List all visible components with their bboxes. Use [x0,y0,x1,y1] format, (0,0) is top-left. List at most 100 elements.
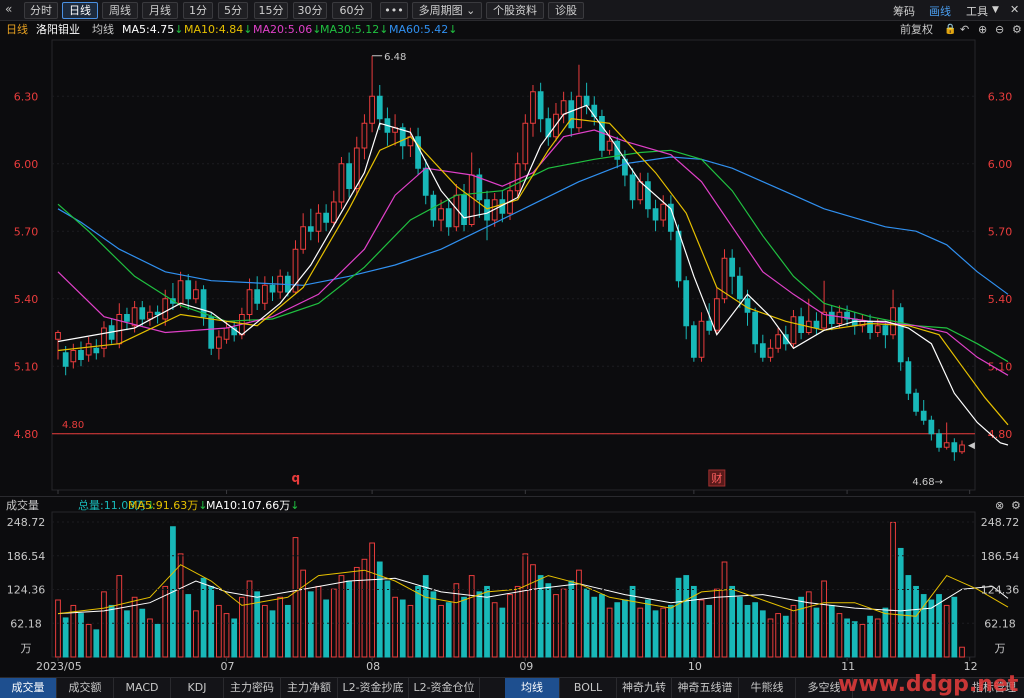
candle-body-56 [484,199,490,221]
volume-bar-65 [553,594,559,658]
candle-body-32 [300,226,307,250]
volume-bar-117 [951,596,958,658]
volume-bar-5 [93,629,100,658]
volume-bar-37 [338,575,345,658]
vol-tick-left-3: 62.18 [10,617,42,630]
indicator-tab-10[interactable]: 神奇九转 [617,678,672,698]
candle-body-33 [307,226,314,232]
candle-body-8 [116,314,123,345]
candle-body-18 [193,289,199,300]
volume-bar-75 [629,585,636,658]
reference-line-label: 4.80 [62,420,84,431]
volume-bar-22 [223,613,230,658]
candle-body-5 [93,347,100,354]
candle-body-2 [70,350,77,363]
volume-bar-96 [790,604,797,658]
volume-bar-51 [445,602,452,658]
price-tick-left-0: 6.30 [14,90,39,103]
price-tick-left-4: 5.10 [14,360,39,373]
volume-bar-7 [108,604,115,658]
low-label: 4.68→ [912,477,943,488]
volume-bar-73 [614,602,621,658]
volume-bar-81 [675,577,682,658]
volume-bar-98 [805,591,812,658]
candle-body-14 [162,298,169,320]
candle-body-35 [323,212,330,223]
volume-bar-20 [208,585,215,658]
candle-body-84 [698,320,705,358]
indicator-tab-12[interactable]: 牛熊线 [739,678,796,698]
volume-bar-54 [468,575,475,658]
volume-bar-10 [131,596,138,658]
candle-body-61 [522,122,529,165]
volume-bar-82 [683,575,690,658]
candle-body-40 [361,122,368,149]
indicator-tab-2[interactable]: MACD [114,678,171,698]
volume-bar-25 [246,580,253,658]
volume-bar-76 [637,607,644,658]
candle-body-83 [690,325,697,358]
candle-body-9 [124,314,130,322]
indicator-tab-4[interactable]: 主力密码 [224,678,281,698]
volume-bar-62 [530,564,536,658]
indicator-tab-8[interactable]: 均线 [505,678,560,698]
volume-bar-59 [507,594,513,658]
candle-body-3 [78,350,84,360]
price-tick-right-3: 5.40 [988,293,1013,306]
volume-bar-17 [185,594,192,658]
kline-chart[interactable]: 6.30 6.306.00 6.005.70 5.705.40 5.405.10 5.10… [0,0,1024,697]
candle-body-60 [514,163,521,192]
volume-bar-91 [752,602,759,658]
candle-body-85 [706,320,713,331]
volume-bar-50 [438,604,444,658]
indicator-tab-0[interactable]: 成交量 [0,678,57,698]
indicator-tab-6[interactable]: L2-资金抄底 [338,678,409,698]
volume-bar-16 [177,553,184,658]
volume-bar-60 [514,585,521,658]
candle-body-99 [813,320,820,329]
candle-body-47 [415,136,421,169]
indicator-tab-5[interactable]: 主力净额 [281,678,338,698]
volume-bar-118 [959,646,965,658]
volume-bar-87 [721,561,728,658]
candle-body-112 [913,392,919,412]
candle-body-117 [951,442,958,453]
candle-body-34 [315,212,322,232]
volume-bar-97 [798,596,804,658]
volume-bar-41 [369,542,375,658]
candle-body-27 [261,284,268,304]
ma20-line [57,129,1009,376]
price-tick-right-1: 6.00 [988,158,1013,171]
candle-body-53 [461,194,467,225]
candle-body-20 [208,316,215,349]
indicator-tab-11[interactable]: 神奇五线谱 [672,678,739,698]
indicator-tab-7[interactable]: L2-资金仓位 [409,678,480,698]
high-label: 6.48 [384,52,406,63]
volume-bar-38 [346,580,352,658]
candle-body-94 [775,334,782,349]
volume-bar-44 [392,596,398,658]
vol-tick-left-2: 124.36 [7,584,46,597]
candle-body-88 [729,257,736,277]
candle-body-36 [330,201,337,223]
volume-bar-35 [323,599,330,658]
volume-bar-100 [821,580,827,658]
volume-bar-28 [269,610,276,658]
volume-bar-18 [193,610,199,658]
candle-body-21 [216,336,222,349]
volume-bar-55 [476,591,483,658]
candle-body-22 [223,327,230,340]
indicator-tab-1[interactable]: 成交额 [57,678,114,698]
volume-bar-30 [284,604,291,658]
price-tick-left-3: 5.40 [14,293,39,306]
candle-body-89 [736,275,743,300]
volume-bar-106 [867,615,873,658]
candle-body-17 [185,280,192,300]
volume-bar-94 [775,613,782,658]
vol-tick-right-3: 62.18 [984,617,1016,630]
candle-body-68 [576,95,582,129]
volume-bar-93 [767,618,774,658]
indicator-tab-9[interactable]: BOLL [560,678,617,698]
candle-body-72 [606,140,613,151]
indicator-tab-3[interactable]: KDJ [171,678,224,698]
